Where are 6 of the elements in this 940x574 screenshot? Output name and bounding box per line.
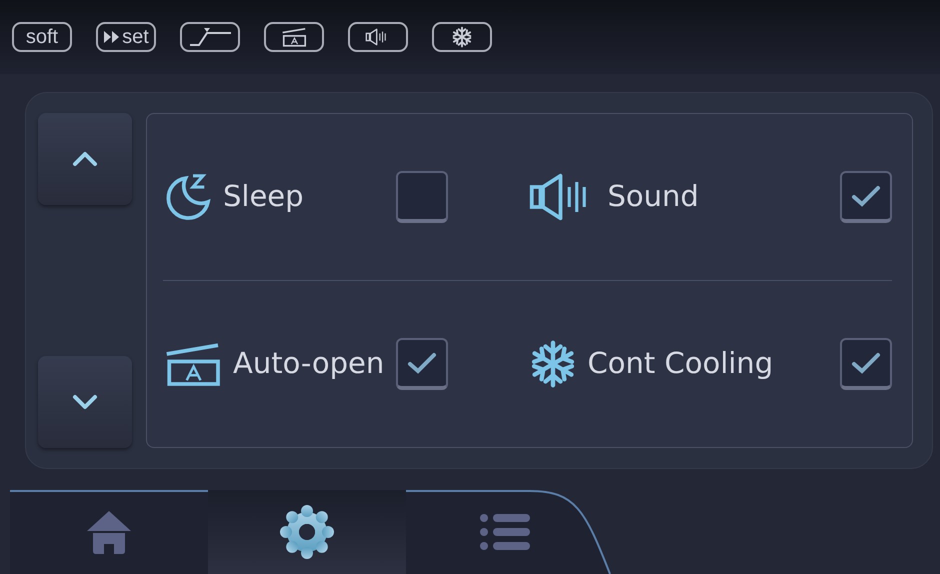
indicator-label: soft — [26, 27, 58, 47]
setting-label: Sound — [608, 178, 699, 216]
setting-label: Cont Cooling — [588, 345, 774, 382]
indicator-label: set — [122, 27, 149, 47]
setting-label: Auto-open — [233, 345, 384, 382]
setting-label: Sleep — [223, 178, 304, 216]
